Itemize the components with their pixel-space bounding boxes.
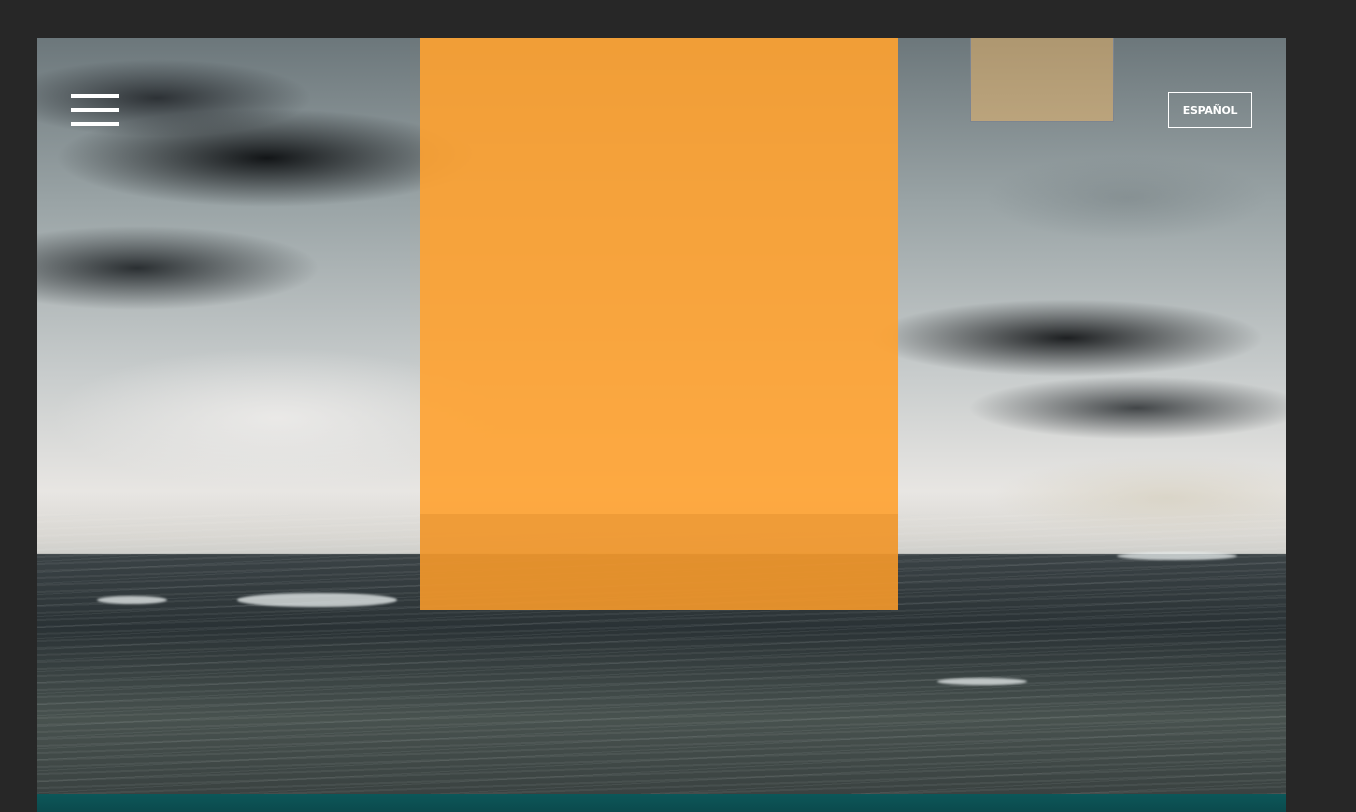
whitecap bbox=[97, 596, 167, 604]
hero-background-image: ESPAÑOL bbox=[37, 38, 1286, 794]
orange-overlay-panel bbox=[420, 38, 1114, 610]
menu-line-bottom bbox=[71, 122, 119, 126]
footer-strip bbox=[37, 794, 1286, 812]
orange-overlay-sea-shade bbox=[420, 514, 898, 610]
language-toggle-button[interactable]: ESPAÑOL bbox=[1168, 92, 1252, 128]
menu-line-middle bbox=[71, 108, 119, 112]
menu-line-top bbox=[71, 94, 119, 98]
whitecap bbox=[237, 593, 397, 607]
whitecap bbox=[937, 678, 1027, 685]
page: ESPAÑOL bbox=[0, 0, 1356, 812]
logo-placeholder[interactable] bbox=[970, 38, 1114, 122]
hamburger-menu-icon[interactable] bbox=[71, 94, 119, 128]
language-button-label: ESPAÑOL bbox=[1182, 103, 1238, 117]
whitecap bbox=[1117, 552, 1237, 560]
